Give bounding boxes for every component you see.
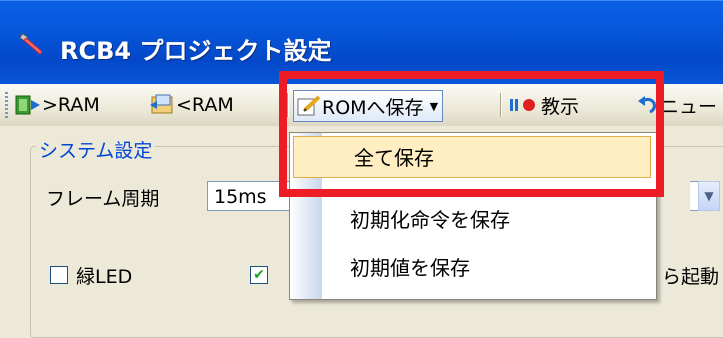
from-ram-label: <RAM — [176, 94, 234, 116]
to-ram-label: >RAM — [42, 94, 100, 116]
highlight-annotation-box — [279, 71, 664, 197]
menu-item-label: 初期化命令を保存 — [350, 208, 510, 232]
menu-item-save-init-values[interactable]: 初期値を保存 — [290, 247, 656, 289]
menu-label: ニュー — [660, 95, 718, 118]
startup-text: ら起動 — [662, 266, 720, 288]
from-ram-button[interactable]: <RAM — [148, 90, 234, 120]
chevron-down-icon[interactable]: ▼ — [698, 181, 720, 211]
system-settings-title: システム設定 — [36, 136, 156, 163]
toolbar-grip[interactable] — [5, 92, 8, 118]
frame-period-label: フレーム周期 — [46, 188, 160, 210]
to-ram-button[interactable]: >RAM — [14, 90, 100, 120]
to-ram-icon — [15, 95, 40, 115]
menu-item-label: 初期値を保存 — [350, 256, 470, 280]
menu-item-save-init-commands[interactable]: 初期化命令を保存 — [290, 199, 656, 241]
green-led-label: 緑LED — [76, 266, 133, 288]
checked-checkbox[interactable]: ✔ — [250, 266, 268, 284]
from-ram-icon — [150, 94, 173, 114]
window-title: RCB4 プロジェクト設定 — [60, 37, 332, 65]
combo-box-edge — [690, 181, 698, 211]
green-led-checkbox[interactable] — [50, 266, 68, 284]
wrench-icon — [19, 33, 42, 54]
